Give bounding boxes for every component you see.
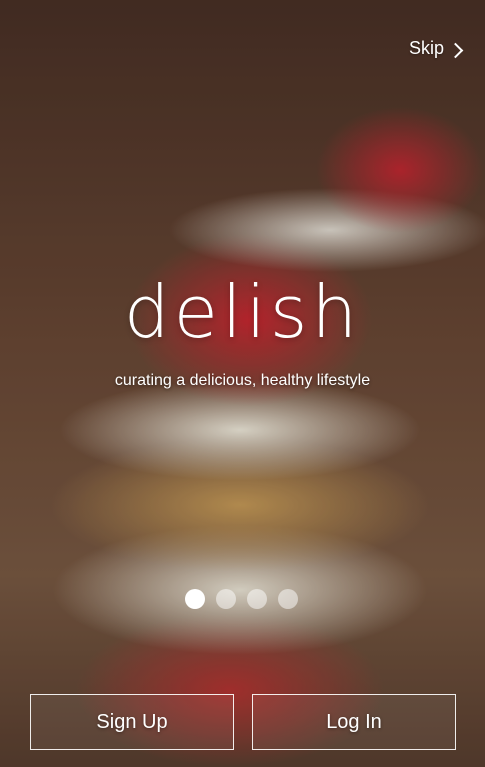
welcome-screen: Skip delish curating a delicious, health… — [0, 0, 485, 767]
chevron-right-icon — [447, 42, 464, 59]
app-logo: delish — [123, 270, 362, 354]
tagline: curating a delicious, healthy lifestyle — [114, 372, 371, 389]
skip-label: Skip — [408, 38, 444, 58]
skip-button[interactable]: Skip — [408, 38, 464, 59]
log-in-button[interactable]: Log In — [252, 694, 456, 750]
page-dot-3[interactable] — [247, 589, 267, 609]
sign-up-button[interactable]: Sign Up — [30, 694, 234, 750]
carousel-page-indicator — [185, 589, 298, 609]
page-dot-2[interactable] — [216, 589, 236, 609]
page-dot-1[interactable] — [185, 589, 205, 609]
page-dot-4[interactable] — [278, 589, 298, 609]
